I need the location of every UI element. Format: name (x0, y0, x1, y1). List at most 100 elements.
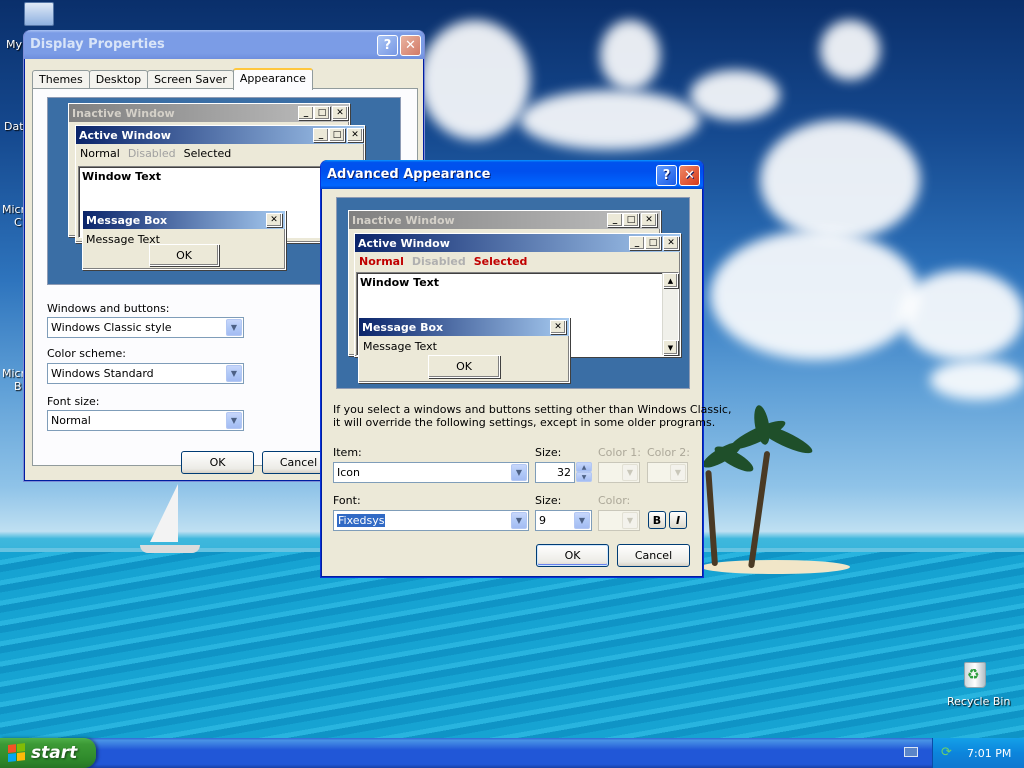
font-select[interactable]: Fixedsys ▼ (333, 510, 529, 531)
color1-picker[interactable]: ▼ (598, 462, 640, 483)
clock[interactable]: 7:01 PM (967, 747, 1011, 760)
recycle-symbol-icon: ♻ (967, 667, 980, 683)
maximize-icon: □ (329, 128, 345, 142)
size-stepper[interactable]: ▲ ▼ (576, 462, 592, 483)
chevron-down-icon[interactable]: ▼ (511, 464, 527, 481)
tab-themes[interactable]: Themes (32, 70, 90, 89)
close-icon: ✕ (347, 128, 363, 142)
my-computer-icon[interactable] (24, 2, 54, 26)
chevron-down-icon[interactable]: ▼ (574, 512, 590, 529)
preview-window-text: Window Text (82, 170, 162, 183)
preview-message-box[interactable]: Message Box ✕ Message Text OK (358, 317, 570, 383)
start-button[interactable]: start (0, 738, 96, 768)
titlebar[interactable]: Advanced Appearance ? ✕ (321, 160, 703, 189)
chevron-down-icon[interactable]: ▼ (226, 319, 242, 336)
desktop-icon-label[interactable]: B (14, 380, 22, 393)
preview-menu[interactable]: Normal Disabled Selected (355, 252, 680, 270)
desktop-icon-label[interactable]: Dat (4, 120, 24, 133)
desktop-icon-label[interactable]: My (6, 38, 22, 51)
cloud (710, 230, 920, 360)
close-icon: ✕ (684, 168, 695, 183)
item-select[interactable]: Icon ▼ (333, 462, 529, 483)
minimize-icon[interactable]: _ (629, 236, 645, 250)
size-spinner[interactable]: 32 (535, 462, 575, 483)
help-icon: ? (662, 168, 671, 183)
scroll-down-icon[interactable]: ▼ (663, 340, 678, 355)
preview-active-title[interactable]: Active Window _ □ ✕ (355, 234, 680, 252)
preview-msgbox-text[interactable]: Message Text (359, 336, 569, 357)
desktop-icon-label[interactable]: Recycle Bin (947, 695, 1010, 708)
preview-inactive-title: Inactive Window _ □ ✕ (69, 104, 349, 122)
font-size-value: Normal (51, 414, 91, 427)
chevron-down-icon[interactable]: ▼ (511, 512, 527, 529)
preview-menu-normal[interactable]: Normal (359, 255, 404, 268)
preview-scrollbar[interactable]: ▲ ▼ (662, 273, 678, 355)
close-icon[interactable]: ✕ (550, 320, 566, 334)
preview-ok-button[interactable]: OK (428, 355, 500, 378)
advanced-appearance-window: Advanced Appearance ? ✕ Inactive Window … (320, 160, 731, 578)
font-size-label: Font size: (47, 395, 100, 408)
window-title: Display Properties (30, 37, 165, 52)
cloud (900, 270, 1024, 360)
spin-up-icon[interactable]: ▲ (576, 462, 592, 472)
item-value: Icon (337, 466, 360, 479)
keyboard-icon[interactable] (904, 747, 918, 757)
chevron-down-icon[interactable]: ▼ (622, 512, 638, 529)
ok-button[interactable]: OK (536, 544, 609, 567)
desktop-icon-label[interactable]: C (14, 216, 22, 229)
window-title: Advanced Appearance (327, 167, 491, 182)
preview-menu-disabled[interactable]: Disabled (412, 255, 466, 268)
maximize-icon[interactable]: □ (623, 213, 639, 227)
close-icon[interactable]: ✕ (641, 213, 657, 227)
maximize-icon[interactable]: □ (645, 236, 661, 250)
chevron-down-icon[interactable]: ▼ (226, 412, 242, 429)
info-text-line2: it will override the following settings,… (333, 416, 716, 429)
tab-desktop[interactable]: Desktop (88, 70, 149, 89)
network-icon[interactable]: ⟳ (941, 746, 957, 760)
close-button[interactable]: ✕ (400, 35, 421, 56)
preview-menu-selected[interactable]: Selected (474, 255, 528, 268)
cloud (420, 20, 530, 140)
minimize-icon: _ (298, 106, 314, 120)
chevron-down-icon[interactable]: ▼ (622, 464, 638, 481)
font-label: Font: (333, 494, 361, 507)
italic-button[interactable]: I (669, 511, 687, 529)
ok-button[interactable]: OK (181, 451, 254, 474)
font-size-select[interactable]: 9 ▼ (535, 510, 592, 531)
tab-screen-saver[interactable]: Screen Saver (147, 70, 234, 89)
close-icon: ✕ (332, 106, 348, 120)
cloud (520, 90, 700, 150)
chevron-down-icon[interactable]: ▼ (670, 464, 686, 481)
close-button[interactable]: ✕ (679, 165, 700, 186)
color-scheme-select[interactable]: Windows Standard ▼ (47, 363, 244, 384)
bold-button[interactable]: B (648, 511, 666, 529)
size-value: 32 (557, 466, 571, 479)
close-icon[interactable]: ✕ (663, 236, 679, 250)
cloud (690, 70, 780, 120)
help-button[interactable]: ? (377, 35, 398, 56)
scroll-up-icon[interactable]: ▲ (663, 273, 678, 288)
recycle-bin-icon[interactable]: ♻ (956, 658, 992, 690)
close-icon: ✕ (266, 213, 282, 227)
cancel-button[interactable]: Cancel (617, 544, 690, 567)
item-label: Item: (333, 446, 362, 459)
help-button[interactable]: ? (656, 165, 677, 186)
chevron-down-icon[interactable]: ▼ (226, 365, 242, 382)
font-color-picker[interactable]: ▼ (598, 510, 640, 531)
windows-buttons-select[interactable]: Windows Classic style ▼ (47, 317, 244, 338)
preview-window-text[interactable]: Window Text (357, 273, 678, 292)
preview-msgbox-title[interactable]: Message Box ✕ (359, 318, 569, 336)
cloud (820, 20, 880, 80)
titlebar[interactable]: Display Properties ? ✕ (24, 30, 424, 59)
font-value: Fixedsys (337, 514, 386, 527)
taskbar: start ⟳ 7:01 PM (0, 738, 1024, 768)
tab-appearance[interactable]: Appearance (232, 68, 313, 90)
preview-active-title-text: Active Window (79, 128, 171, 142)
spin-down-icon[interactable]: ▼ (576, 472, 592, 482)
tab-strip: Themes Desktop Screen Saver Appearance (32, 68, 313, 90)
minimize-icon[interactable]: _ (607, 213, 623, 227)
preview-msgbox-title: Message Box ✕ (83, 211, 285, 229)
color2-picker[interactable]: ▼ (647, 462, 688, 483)
font-size-select[interactable]: Normal ▼ (47, 410, 244, 431)
preview-inactive-title[interactable]: Inactive Window _ □ ✕ (349, 211, 660, 229)
